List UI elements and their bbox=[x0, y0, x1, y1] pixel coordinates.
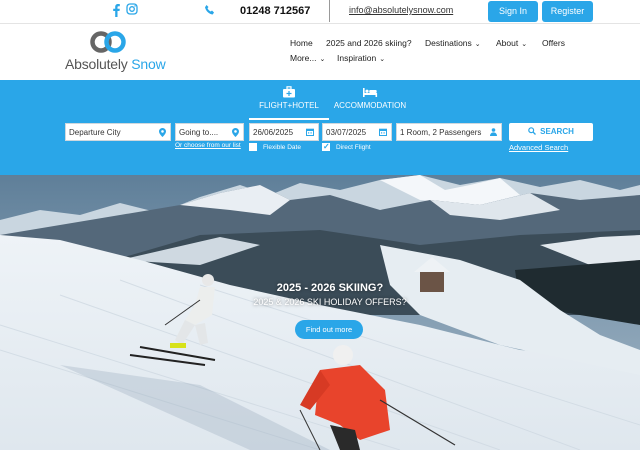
logo-text-snow: Snow bbox=[131, 56, 166, 72]
active-tab-underline bbox=[249, 118, 329, 120]
tab-accommodation-label: ACCOMMODATION bbox=[333, 101, 407, 110]
rooms-passengers-value: 1 Room, 2 Passengers bbox=[400, 128, 482, 137]
choose-from-list-link[interactable]: Or choose from our list bbox=[175, 142, 241, 149]
nav-inspiration-label: Inspiration bbox=[337, 53, 377, 63]
facebook-icon[interactable] bbox=[111, 3, 121, 17]
nav-inspiration[interactable]: Inspiration ⌄ bbox=[337, 53, 385, 63]
date-to-input[interactable]: 03/07/2025 bbox=[322, 123, 392, 141]
flexible-date-checkbox[interactable] bbox=[249, 143, 257, 151]
logo-infinity-icon[interactable] bbox=[89, 29, 127, 55]
nav-home[interactable]: Home bbox=[290, 38, 313, 48]
calendar-icon bbox=[306, 128, 314, 136]
tab-flight-hotel[interactable]: FLIGHT+HOTEL bbox=[249, 86, 329, 120]
suitcase-icon bbox=[283, 86, 295, 98]
topbar-divider bbox=[329, 0, 330, 22]
advanced-search-link[interactable]: Advanced Search bbox=[509, 143, 568, 152]
checkmark-icon: ✓ bbox=[323, 142, 330, 151]
nav-destinations-label: Destinations bbox=[425, 38, 472, 48]
nav-more[interactable]: More... ⌄ bbox=[290, 53, 325, 63]
nav-skiing[interactable]: 2025 and 2026 skiing? bbox=[326, 38, 412, 48]
email-link[interactable]: info@absolutelysnow.com bbox=[349, 5, 453, 15]
logo-text-absolutely: Absolutely bbox=[65, 56, 132, 72]
flexible-date-label: Flexible Date bbox=[263, 144, 301, 151]
direct-flight-label: Direct Flight bbox=[336, 144, 371, 151]
date-from-input[interactable]: 26/06/2025 bbox=[249, 123, 319, 141]
logo-text[interactable]: Absolutely Snow bbox=[65, 56, 166, 72]
chevron-down-icon: ⌄ bbox=[319, 56, 326, 63]
site-header: Absolutely Snow Home 2025 and 2026 skiin… bbox=[0, 24, 640, 80]
nav-destinations[interactable]: Destinations ⌄ bbox=[425, 38, 481, 48]
direct-flight-checkbox[interactable]: ✓ bbox=[322, 142, 330, 151]
date-from-value: 26/06/2025 bbox=[253, 128, 294, 137]
bed-icon bbox=[363, 88, 378, 97]
search-panel: FLIGHT+HOTEL ACCOMMODATION Departure Cit… bbox=[0, 80, 640, 175]
sign-in-button[interactable]: Sign In bbox=[488, 1, 538, 22]
going-to-placeholder: Going to.... bbox=[179, 128, 219, 137]
rooms-passengers-input[interactable]: 1 Room, 2 Passengers bbox=[396, 123, 502, 141]
person-icon bbox=[490, 128, 497, 136]
phone-icon bbox=[205, 5, 214, 15]
search-icon bbox=[528, 127, 537, 135]
hero-banner: 2025 - 2026 SKIING? 2025 & 2026 SKI HOLI… bbox=[0, 175, 640, 450]
nav-about-label: About bbox=[496, 38, 519, 48]
map-pin-icon bbox=[159, 128, 166, 137]
tab-accommodation[interactable]: ACCOMMODATION bbox=[330, 86, 410, 110]
date-to-value: 03/07/2025 bbox=[326, 128, 367, 137]
map-pin-icon bbox=[232, 128, 239, 137]
hero-title: 2025 - 2026 SKIING? bbox=[276, 282, 384, 294]
search-button-label: SEARCH bbox=[540, 127, 574, 136]
nav-more-label: More... bbox=[290, 53, 317, 63]
phone-number[interactable]: 01248 712567 bbox=[240, 5, 310, 17]
top-bar: 01248 712567 info@absolutelysnow.com Sig… bbox=[0, 0, 640, 24]
hero-subtitle: 2025 & 2026 SKI HOLIDAY OFFERS? bbox=[253, 297, 407, 307]
find-out-more-button[interactable]: Find out more bbox=[295, 320, 363, 339]
search-button[interactable]: SEARCH bbox=[509, 123, 593, 141]
departure-city-placeholder: Departure City bbox=[69, 128, 121, 137]
going-to-input[interactable]: Going to.... bbox=[175, 123, 244, 141]
register-button[interactable]: Register bbox=[542, 1, 593, 22]
chevron-down-icon: ⌄ bbox=[474, 41, 481, 48]
nav-offers[interactable]: Offers bbox=[542, 38, 565, 48]
calendar-icon bbox=[379, 128, 387, 136]
chevron-down-icon: ⌄ bbox=[521, 41, 528, 48]
tab-flight-hotel-label: FLIGHT+HOTEL bbox=[259, 101, 319, 110]
departure-city-input[interactable]: Departure City bbox=[65, 123, 171, 141]
nav-about[interactable]: About ⌄ bbox=[496, 38, 527, 48]
instagram-icon[interactable] bbox=[126, 3, 138, 15]
hero-ski-scene-image bbox=[0, 175, 640, 450]
chevron-down-icon: ⌄ bbox=[379, 56, 386, 63]
